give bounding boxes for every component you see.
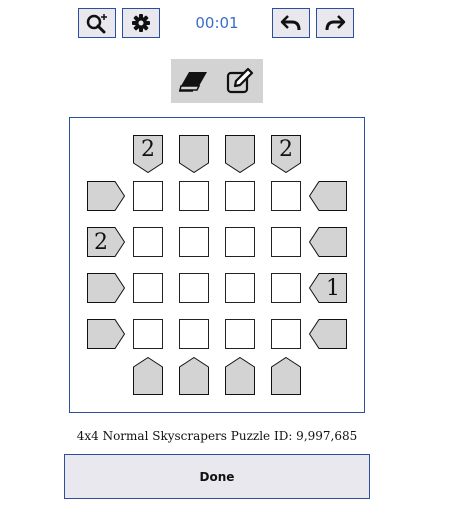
clue-value: 2 <box>94 229 108 255</box>
redo-button[interactable] <box>316 8 354 38</box>
clue-right-2[interactable] <box>309 227 347 257</box>
clue-value <box>87 273 115 303</box>
clue-value <box>133 357 163 395</box>
clue-value: 1 <box>326 275 340 301</box>
eraser-icon <box>179 72 207 92</box>
clue-value: 2 <box>279 136 293 162</box>
clue-value <box>179 135 209 163</box>
zoom-in-button[interactable] <box>78 8 116 38</box>
grid-cell-r3-c1[interactable] <box>133 273 163 303</box>
clue-right-1[interactable] <box>309 181 347 211</box>
redo-icon <box>325 15 346 31</box>
pencil-tool[interactable] <box>217 59 263 103</box>
eraser-tool[interactable] <box>171 59 217 103</box>
grid-cell-r2-c3[interactable] <box>225 227 255 257</box>
timer: 00:01 <box>195 14 239 32</box>
clue-value <box>319 227 347 257</box>
undo-button[interactable] <box>272 8 310 38</box>
puzzle-caption: 4x4 Normal Skyscrapers Puzzle ID: 9,997,… <box>76 429 358 443</box>
clue-top-3[interactable] <box>225 135 255 173</box>
grid-cell-r1-c4[interactable] <box>271 181 301 211</box>
undo-icon <box>280 15 301 31</box>
clue-right-3[interactable]: 1 <box>309 273 347 303</box>
grid-cell-r1-c2[interactable] <box>179 181 209 211</box>
pencil-edit-icon <box>226 67 254 94</box>
clue-right-4[interactable] <box>309 319 347 349</box>
clue-top-4[interactable]: 2 <box>271 135 301 173</box>
gear-icon <box>132 14 150 32</box>
clue-value <box>319 319 347 349</box>
grid-cell-r2-c1[interactable] <box>133 227 163 257</box>
grid-cell-r1-c3[interactable] <box>225 181 255 211</box>
clue-left-3[interactable] <box>87 273 125 303</box>
grid-cell-r4-c2[interactable] <box>179 319 209 349</box>
clue-left-4[interactable] <box>87 319 125 349</box>
grid-cell-r3-c4[interactable] <box>271 273 301 303</box>
grid-cell-r4-c4[interactable] <box>271 319 301 349</box>
clue-value <box>319 181 347 211</box>
grid-cell-r2-c2[interactable] <box>179 227 209 257</box>
clue-left-2[interactable]: 2 <box>87 227 125 257</box>
done-button[interactable]: Done <box>64 454 370 499</box>
clue-bottom-2[interactable] <box>179 357 209 395</box>
grid-cell-r3-c2[interactable] <box>179 273 209 303</box>
clue-value <box>87 181 115 211</box>
clue-left-1[interactable] <box>87 181 125 211</box>
clue-value <box>87 319 115 349</box>
grid-cell-r4-c1[interactable] <box>133 319 163 349</box>
puzzle-board: 2 2 2 1 <box>69 117 365 413</box>
clue-bottom-3[interactable] <box>225 357 255 395</box>
grid-cell-r3-c3[interactable] <box>225 273 255 303</box>
tool-selector <box>171 59 263 103</box>
grid-cell-r2-c4[interactable] <box>271 227 301 257</box>
clue-top-1[interactable]: 2 <box>133 135 163 173</box>
zoom-in-icon <box>86 14 107 34</box>
grid-cell-r4-c3[interactable] <box>225 319 255 349</box>
clue-value <box>225 357 255 395</box>
clue-value <box>179 357 209 395</box>
clue-bottom-1[interactable] <box>133 357 163 395</box>
clue-top-2[interactable] <box>179 135 209 173</box>
grid-cell-r1-c1[interactable] <box>133 181 163 211</box>
clue-bottom-4[interactable] <box>271 357 301 395</box>
clue-value: 2 <box>141 136 155 162</box>
clue-value <box>271 357 301 395</box>
clue-value <box>225 135 255 163</box>
settings-button[interactable] <box>122 8 160 38</box>
